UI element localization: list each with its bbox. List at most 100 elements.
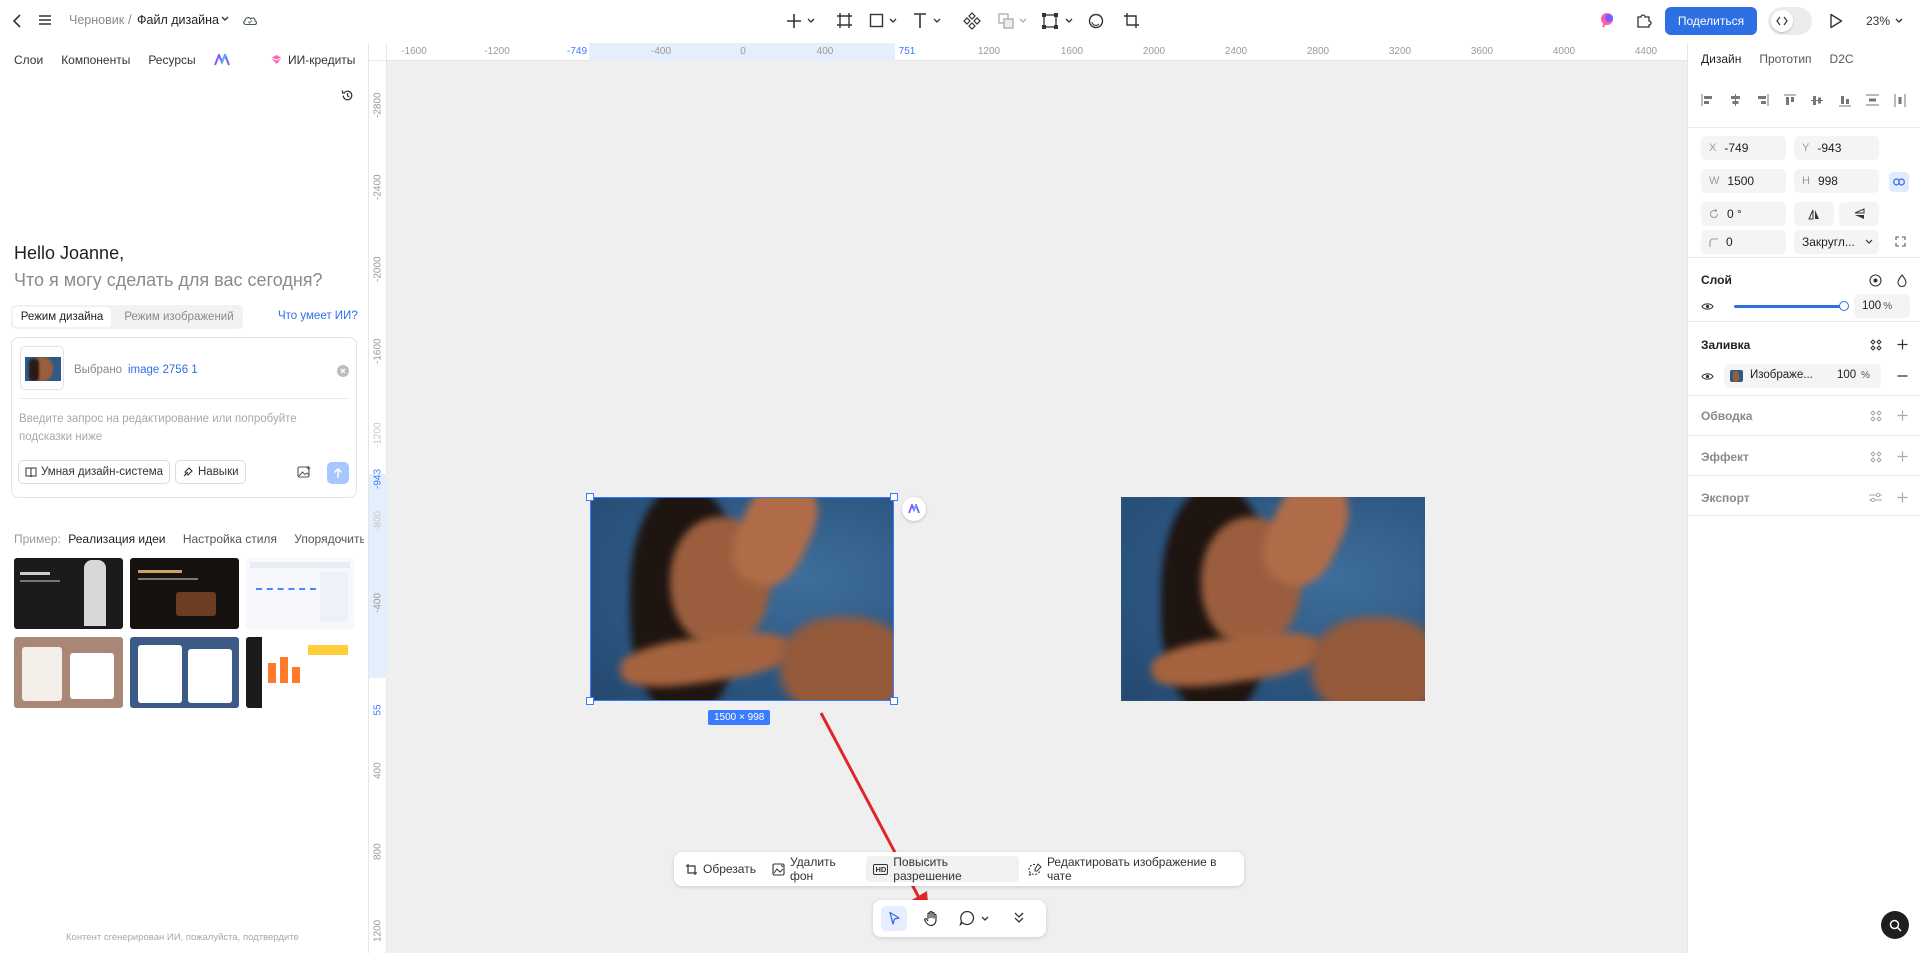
example-tab-style[interactable]: Настройка стиля xyxy=(183,532,277,546)
ellipse-icon[interactable] xyxy=(1088,13,1104,29)
ai-logo-icon[interactable] xyxy=(213,53,230,66)
crop-icon[interactable] xyxy=(1123,12,1140,29)
tab-image-mode[interactable]: Режим изображений xyxy=(117,307,241,327)
align-left-icon[interactable] xyxy=(1701,94,1714,106)
add-fill-icon[interactable] xyxy=(1897,339,1908,350)
corner-radius-field[interactable]: 0 xyxy=(1701,230,1786,254)
component-icon[interactable] xyxy=(963,12,981,30)
eye-icon[interactable] xyxy=(1701,302,1714,311)
align-center-h-icon[interactable] xyxy=(1729,94,1742,106)
drop-icon[interactable] xyxy=(1897,274,1907,287)
align-center-v-icon[interactable] xyxy=(1811,94,1823,107)
blend-mode-icon[interactable] xyxy=(1869,274,1882,287)
send-button[interactable] xyxy=(327,462,349,484)
export-settings-icon[interactable] xyxy=(1869,492,1882,503)
frame-icon[interactable] xyxy=(836,12,853,29)
play-icon[interactable] xyxy=(1829,13,1843,29)
flip-horizontal-button[interactable] xyxy=(1794,202,1834,226)
prompt-input[interactable]: Введите запрос на редактирование или поп… xyxy=(19,410,319,446)
independent-corners-icon[interactable] xyxy=(1895,236,1906,247)
y-position-field[interactable]: Y -943 xyxy=(1794,136,1879,160)
tab-prototype[interactable]: Прототип xyxy=(1759,52,1811,66)
edit-in-chat-button[interactable]: Редактировать изображение в чате xyxy=(1021,855,1240,883)
tab-components[interactable]: Компоненты xyxy=(61,53,130,67)
what-ai-can-link[interactable]: Что умеет ИИ? xyxy=(278,310,358,322)
distribute-horizontal-icon[interactable] xyxy=(1894,94,1906,107)
example-thumbnail[interactable] xyxy=(246,637,354,708)
example-thumbnail[interactable] xyxy=(130,558,239,629)
share-button[interactable]: Поделиться xyxy=(1665,7,1757,35)
crop-button[interactable]: Обрезать xyxy=(678,856,763,882)
plugins-icon[interactable] xyxy=(1635,12,1652,29)
selected-layer-name[interactable]: image 2756 1 xyxy=(128,364,198,376)
add-export-icon[interactable] xyxy=(1897,492,1908,503)
canvas[interactable]: 1500 × 998 xyxy=(387,61,1687,953)
comment-icon[interactable] xyxy=(959,910,975,926)
rectangle-icon[interactable] xyxy=(869,13,884,28)
clear-selection-icon[interactable] xyxy=(337,365,349,377)
boolean-icon[interactable] xyxy=(997,12,1015,30)
add-effect-icon[interactable] xyxy=(1897,451,1908,462)
opacity-slider-knob[interactable] xyxy=(1839,301,1849,311)
style-grid-icon[interactable] xyxy=(1870,339,1882,351)
expand-tools-icon[interactable] xyxy=(1014,912,1024,924)
ai-quick-action[interactable] xyxy=(902,497,926,521)
move-tool[interactable] xyxy=(881,906,907,931)
tab-design-mode[interactable]: Режим дизайна xyxy=(13,307,111,327)
smart-design-system-button[interactable]: Умная дизайн-система xyxy=(18,460,171,484)
upscaled-image[interactable] xyxy=(1121,497,1425,701)
rotation-field[interactable]: 0 ° xyxy=(1701,202,1786,226)
example-thumbnail[interactable] xyxy=(14,637,123,708)
tab-assets[interactable]: Ресурсы xyxy=(148,53,195,67)
chevron-down-icon[interactable] xyxy=(933,18,941,24)
example-thumbnail[interactable] xyxy=(130,637,239,708)
tab-d2c[interactable]: D2C xyxy=(1830,52,1854,66)
chevron-down-icon[interactable] xyxy=(981,916,989,922)
fill-opacity[interactable]: 100 xyxy=(1837,369,1856,381)
constrain-proportions-toggle[interactable] xyxy=(1889,172,1909,192)
back-icon[interactable] xyxy=(11,13,25,29)
fill-item[interactable]: Изображе... 100 % xyxy=(1724,364,1881,388)
chevron-down-icon[interactable] xyxy=(807,18,815,24)
vector-edit-icon[interactable] xyxy=(1041,12,1059,30)
width-field[interactable]: W 1500 xyxy=(1701,169,1786,193)
remove-background-button[interactable]: Удалить фон xyxy=(765,855,865,883)
align-right-icon[interactable] xyxy=(1756,94,1769,106)
zoom-level[interactable]: 23% xyxy=(1866,14,1890,28)
tab-layers[interactable]: Слои xyxy=(14,53,43,67)
dev-mode-toggle[interactable] xyxy=(1768,7,1812,35)
opacity-field[interactable]: 100 % xyxy=(1854,294,1910,318)
example-tab-idea[interactable]: Реализация идеи xyxy=(68,532,165,546)
add-stroke-icon[interactable] xyxy=(1897,410,1908,421)
resize-handle[interactable] xyxy=(890,493,898,501)
style-grid-icon[interactable] xyxy=(1870,451,1882,463)
add-icon[interactable] xyxy=(785,12,803,30)
skills-button[interactable]: Навыки xyxy=(175,460,246,484)
x-position-field[interactable]: X -749 xyxy=(1701,136,1786,160)
chevron-down-icon[interactable] xyxy=(221,16,229,22)
example-tab-arrange[interactable]: Упорядочить с xyxy=(294,532,364,546)
align-bottom-icon[interactable] xyxy=(1839,94,1851,107)
history-icon[interactable] xyxy=(341,89,354,102)
file-name[interactable]: Файл дизайна xyxy=(137,13,219,27)
resize-handle[interactable] xyxy=(586,697,594,705)
align-top-icon[interactable] xyxy=(1784,94,1796,107)
search-button[interactable] xyxy=(1881,911,1909,939)
menu-icon[interactable] xyxy=(38,13,52,27)
chevron-down-icon[interactable] xyxy=(889,18,897,24)
corner-mode-select[interactable]: Закругл... xyxy=(1794,230,1879,254)
eye-icon[interactable] xyxy=(1701,372,1714,381)
plugin-logo-icon[interactable] xyxy=(1598,11,1616,29)
chevron-down-icon[interactable] xyxy=(1895,18,1903,24)
ai-credits-label[interactable]: ИИ-кредиты xyxy=(288,53,355,67)
hand-tool-icon[interactable] xyxy=(923,910,940,927)
example-thumbnail[interactable] xyxy=(246,558,354,629)
resize-handle[interactable] xyxy=(890,697,898,705)
flip-vertical-button[interactable] xyxy=(1839,202,1879,226)
height-field[interactable]: H 998 xyxy=(1794,169,1879,193)
style-grid-icon[interactable] xyxy=(1870,410,1882,422)
image-upload-icon[interactable] xyxy=(297,465,311,479)
opacity-slider[interactable] xyxy=(1734,305,1844,308)
example-thumbnail[interactable] xyxy=(14,558,123,629)
chevron-down-icon[interactable] xyxy=(1019,18,1027,24)
